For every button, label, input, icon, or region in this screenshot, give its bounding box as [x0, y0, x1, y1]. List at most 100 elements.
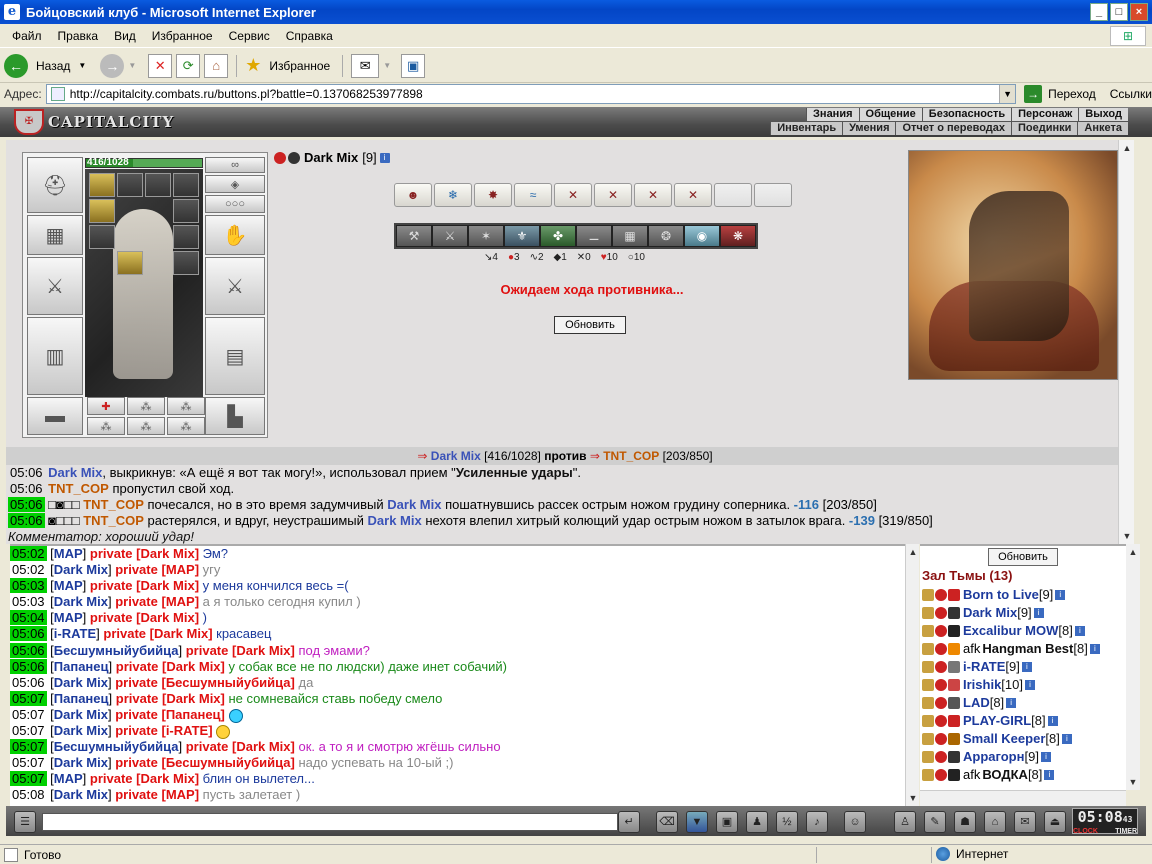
- room-user[interactable]: afk Hangman Best [8] i: [922, 640, 1126, 658]
- chat-recipient[interactable]: Dark Mix: [154, 626, 208, 641]
- private-message-icon[interactable]: [922, 751, 934, 763]
- chat-sender[interactable]: Бесшумныйубийца: [54, 643, 179, 658]
- private-message-icon[interactable]: [922, 715, 934, 727]
- chat-recipient[interactable]: Папанец: [166, 707, 221, 722]
- room-user[interactable]: Small Keeper [8] i: [922, 730, 1126, 748]
- chat-sender[interactable]: Папанец: [54, 691, 109, 706]
- armor-slot[interactable]: ▥: [27, 317, 83, 395]
- chat-sender[interactable]: Бесшумныйубийца: [54, 739, 179, 754]
- technique-icon[interactable]: ▦: [612, 225, 648, 247]
- room-user[interactable]: Excalibur MOW [8] i: [922, 622, 1126, 640]
- chat-private-label[interactable]: private: [116, 691, 159, 706]
- chat-recipient[interactable]: Бесшумныйубийца: [166, 755, 291, 770]
- chat-private-label[interactable]: private: [103, 626, 146, 641]
- nav-duels[interactable]: Поединки: [1011, 122, 1077, 135]
- log-highlight[interactable]: Dark Mix: [368, 513, 422, 528]
- nav-inventory[interactable]: Инвентарь: [770, 122, 842, 135]
- scroll-up-icon[interactable]: ▲: [906, 544, 920, 560]
- chat-sender[interactable]: MAP: [54, 578, 83, 593]
- scroll-slot-icon[interactable]: ✕: [554, 183, 592, 207]
- chat-private-label[interactable]: private: [90, 771, 133, 786]
- chat-recipient[interactable]: Бесшумныйубийца: [166, 675, 291, 690]
- room-user-name[interactable]: Аррагорн: [963, 748, 1024, 766]
- chat-sender[interactable]: i-RATE: [54, 626, 96, 641]
- belt-item-icon[interactable]: [173, 199, 199, 223]
- scroll-slot-icon[interactable]: ✕: [634, 183, 672, 207]
- log-highlight[interactable]: TNT_COP: [83, 513, 144, 528]
- chat-private-label[interactable]: private: [115, 755, 158, 770]
- address-input[interactable]: http://capitalcity.combats.ru/buttons.pl…: [45, 84, 1017, 104]
- menu-favorites[interactable]: Избранное: [144, 29, 221, 43]
- room-user-name[interactable]: Excalibur MOW: [963, 622, 1058, 640]
- technique-icon[interactable]: ⚔: [432, 225, 468, 247]
- room-user[interactable]: Аррагорн [9] i: [922, 748, 1126, 766]
- favorites-star-icon[interactable]: ★: [245, 55, 261, 76]
- nav-profile[interactable]: Анкета: [1077, 122, 1128, 135]
- technique-icon[interactable]: ✤: [540, 225, 576, 247]
- legs-slot[interactable]: ▤: [205, 317, 265, 395]
- scroll-down-icon[interactable]: ▼: [906, 790, 920, 806]
- room-user[interactable]: afk ВОДКА [8] i: [922, 766, 1126, 784]
- technique-icon[interactable]: ✶: [468, 225, 504, 247]
- scroll-down-icon[interactable]: ▼: [1119, 528, 1135, 544]
- music-icon[interactable]: ♪: [806, 811, 828, 833]
- empty-slot[interactable]: ⁂: [167, 397, 205, 415]
- back-arrow-icon[interactable]: ←: [4, 53, 28, 78]
- favorites-button[interactable]: Избранное: [269, 59, 330, 73]
- info-icon[interactable]: i: [1089, 644, 1100, 654]
- walk-icon[interactable]: ♟: [746, 811, 768, 833]
- chat-sender[interactable]: MAP: [54, 610, 83, 625]
- private-message-icon[interactable]: [922, 589, 934, 601]
- smile-icon[interactable]: ☺: [844, 811, 866, 833]
- nav-transfers[interactable]: Отчет о переводах: [895, 122, 1011, 135]
- room-user-name[interactable]: LAD: [963, 694, 990, 712]
- menu-tools[interactable]: Сервис: [221, 29, 278, 43]
- chat-recipient[interactable]: Dark Mix: [141, 771, 195, 786]
- refresh-button[interactable]: Обновить: [554, 316, 626, 334]
- log-highlight[interactable]: Dark Mix: [48, 465, 102, 480]
- info-icon[interactable]: i: [1074, 626, 1085, 636]
- technique-icon[interactable]: ⚒: [396, 225, 432, 247]
- info-icon[interactable]: i: [379, 152, 390, 163]
- clock-label[interactable]: CLOCK: [1073, 828, 1098, 836]
- menu-edit[interactable]: Правка: [50, 29, 107, 43]
- empty-slot[interactable]: ⁂: [87, 417, 125, 435]
- info-icon[interactable]: i: [1061, 734, 1072, 744]
- room-refresh-button[interactable]: Обновить: [988, 548, 1058, 566]
- chat-recipient[interactable]: Dark Mix: [141, 578, 195, 593]
- info-icon[interactable]: i: [1021, 662, 1032, 672]
- belt-item-icon[interactable]: [173, 173, 199, 197]
- chat-recipient[interactable]: MAP: [166, 562, 195, 577]
- technique-icon[interactable]: ◉: [684, 225, 720, 247]
- room-user-name[interactable]: PLAY-GIRL: [963, 712, 1031, 730]
- private-message-icon[interactable]: [922, 625, 934, 637]
- scroll-slot-icon[interactable]: ❄: [434, 183, 472, 207]
- nav-skills[interactable]: Умения: [842, 122, 895, 135]
- chat-private-label[interactable]: private: [90, 610, 133, 625]
- chat-scrollbar[interactable]: ▲ ▼: [905, 544, 919, 806]
- forward-dropdown-icon[interactable]: ▼: [128, 61, 136, 70]
- menu-help[interactable]: Справка: [278, 29, 341, 43]
- room-user-name[interactable]: Born to Live: [963, 586, 1039, 604]
- chat-private-label[interactable]: private: [115, 562, 158, 577]
- log-highlight[interactable]: TNT_COP: [48, 481, 109, 496]
- stop-icon[interactable]: ✕: [148, 53, 173, 78]
- room-user-name[interactable]: Hangman Best: [982, 640, 1073, 658]
- chat-sender[interactable]: Папанец: [54, 659, 109, 674]
- info-icon[interactable]: i: [1044, 770, 1055, 780]
- nav-character[interactable]: Персонаж: [1011, 108, 1078, 121]
- room-user[interactable]: Irishik [10] i: [922, 676, 1126, 694]
- shop-icon[interactable]: ⌂: [984, 811, 1006, 833]
- battle-scrollbar[interactable]: ▲ ▼: [1118, 140, 1134, 544]
- chat-private-label[interactable]: private: [90, 546, 133, 561]
- room-user[interactable]: i-RATE [9] i: [922, 658, 1126, 676]
- mail-dropdown-icon[interactable]: ▼: [383, 61, 391, 70]
- room-user-name[interactable]: Dark Mix: [963, 604, 1017, 622]
- chat-recipient[interactable]: MAP: [166, 594, 195, 609]
- inventory-icon[interactable]: ♙: [894, 811, 916, 833]
- scroll-up-icon[interactable]: ▲: [1119, 140, 1135, 156]
- mail-icon[interactable]: ✉: [1014, 811, 1036, 833]
- game-clock[interactable]: 05:0843 CLOCK TIMER: [1072, 808, 1138, 836]
- room-hscrollbar[interactable]: [920, 790, 1126, 806]
- chat-recipient[interactable]: Dark Mix: [141, 546, 195, 561]
